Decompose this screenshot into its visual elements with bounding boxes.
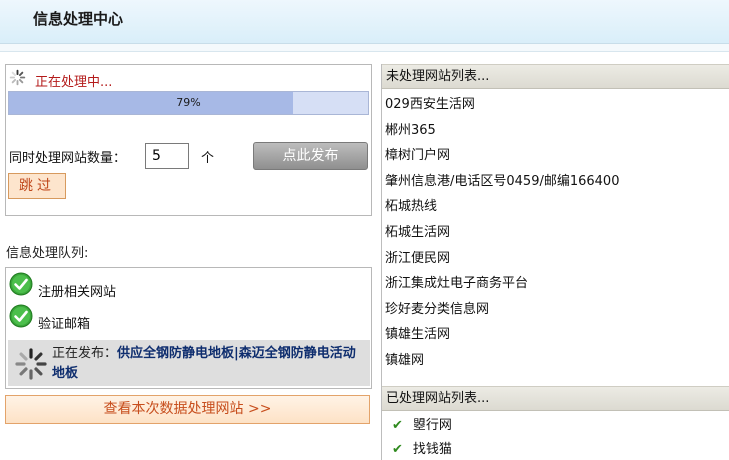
page-title: 信息处理中心	[33, 10, 124, 28]
progress-label: 79%	[176, 96, 201, 109]
checkmark-icon: ✔	[392, 442, 403, 457]
current-publish-text: 正在发布：供应全钢防静电地板|森迈全钢防静电活动地板	[52, 344, 368, 384]
header-bar: 信息处理中心	[0, 0, 729, 44]
check-circle-icon	[9, 272, 33, 296]
processed-site-item: ✔ 曌行网	[392, 414, 452, 438]
skip-button[interactable]: 跳过	[8, 173, 66, 199]
concurrency-label: 同时处理网站数量：	[9, 151, 127, 166]
site-list-item[interactable]: 029西安生活网	[385, 93, 725, 119]
site-list-item[interactable]: 珍好麦分类信息网	[385, 298, 725, 324]
loading-spinner-icon	[9, 69, 26, 86]
processed-sites-list: ✔ 曌行网 ✔ 找钱猫	[392, 414, 452, 460]
queue-panel: 注册相关网站 验证邮箱 正在发布：供应全钢防静电地板|森迈全钢防静电活动地板	[5, 267, 372, 389]
site-list-item[interactable]: 镇雄网	[385, 349, 725, 375]
loading-spinner-icon	[15, 348, 47, 380]
queue-item-current: 正在发布：供应全钢防静电地板|森迈全钢防静电活动地板	[8, 340, 370, 386]
queue-item-done: 验证邮箱	[9, 304, 369, 332]
processed-site-item: ✔ 找钱猫	[392, 438, 452, 460]
site-list-item[interactable]: 樟树门户网	[385, 144, 725, 170]
processed-site-label: 找钱猫	[412, 442, 452, 457]
progress-bar: 79%	[8, 91, 369, 115]
header-divider	[0, 44, 729, 52]
queue-item-label: 验证邮箱	[38, 317, 91, 332]
site-list-item[interactable]: 肇州信息港/电话区号0459/邮编166400	[385, 170, 725, 196]
queue-item-done: 注册相关网站	[9, 272, 369, 300]
concurrency-unit: 个	[201, 151, 215, 166]
pending-sites-list[interactable]: 029西安生活网 郴州365 樟树门户网 肇州信息港/电话区号0459/邮编16…	[385, 93, 725, 375]
view-processed-sites-button[interactable]: 查看本次数据处理网站 >>	[5, 395, 370, 424]
publish-button[interactable]: 点此发布	[253, 142, 368, 170]
check-circle-icon	[9, 304, 33, 328]
processed-sites-panel: 已处理网站列表... ✔ 曌行网 ✔ 找钱猫	[381, 386, 729, 460]
site-list-item[interactable]: 浙江便民网	[385, 247, 725, 273]
processing-status: 正在处理中...	[35, 75, 113, 90]
checkmark-icon: ✔	[392, 418, 403, 433]
pending-sites-panel: 未处理网站列表... 029西安生活网 郴州365 樟树门户网 肇州信息港/电话…	[381, 64, 729, 386]
pending-sites-header: 未处理网站列表...	[382, 64, 729, 89]
processed-site-label: 曌行网	[412, 418, 452, 433]
queue-item-label: 注册相关网站	[38, 285, 117, 300]
queue-title: 信息处理队列:	[6, 246, 89, 261]
processing-panel: 正在处理中... 79% 同时处理网站数量： 个 点此发布 跳过	[5, 64, 372, 216]
site-list-item[interactable]: 柘城热线	[385, 195, 725, 221]
processed-sites-header: 已处理网站列表...	[382, 386, 729, 411]
site-list-item[interactable]: 镇雄生活网	[385, 323, 725, 349]
concurrency-input[interactable]	[145, 143, 189, 169]
site-list-item[interactable]: 郴州365	[385, 119, 725, 145]
site-list-item[interactable]: 柘城生活网	[385, 221, 725, 247]
site-list-item[interactable]: 浙江集成灶电子商务平台	[385, 272, 725, 298]
current-prefix: 正在发布：	[52, 346, 118, 361]
